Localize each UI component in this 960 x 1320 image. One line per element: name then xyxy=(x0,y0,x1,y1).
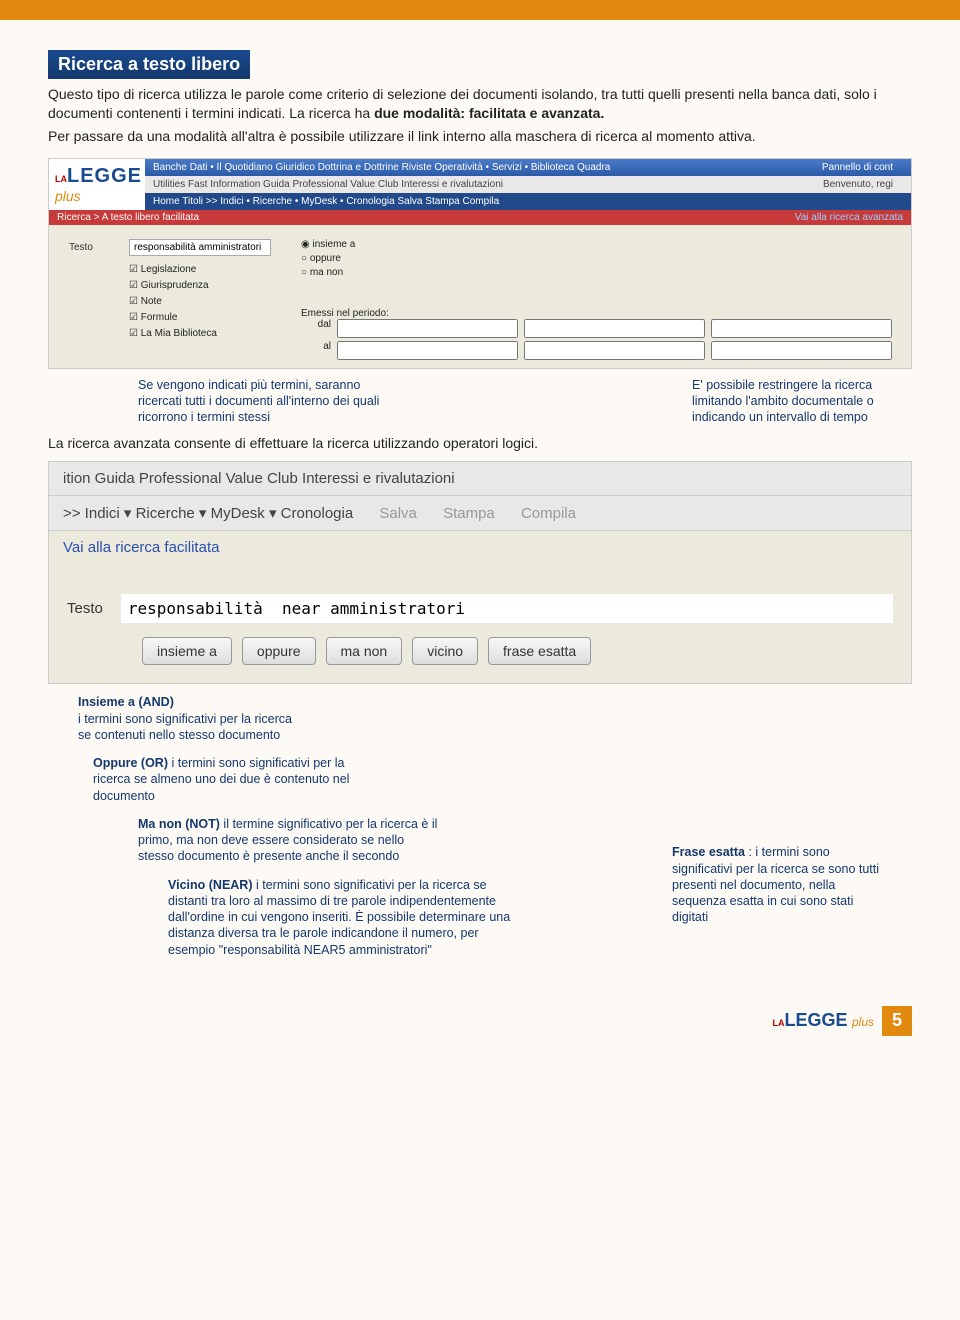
check-formule[interactable]: ☑ Formule xyxy=(129,310,271,326)
radio-oppure[interactable]: ○ oppure xyxy=(301,253,892,264)
switch-to-advanced-link[interactable]: Vai alla ricerca avanzata xyxy=(795,212,903,223)
footer-logo-plus: plus xyxy=(852,1015,874,1029)
screenshot-avanzata: ition Guida Professional Value Club Inte… xyxy=(48,461,912,684)
radio-manon[interactable]: ○ ma non xyxy=(301,267,892,278)
facilitata-form: Testo ☑ Legislazione ☑ Giurisprudenza ☑ … xyxy=(49,225,911,368)
logo-plus: plus xyxy=(55,188,81,204)
testo-label-2: Testo xyxy=(67,600,103,617)
check-giurisprudenza[interactable]: ☑ Giurisprudenza xyxy=(129,278,271,294)
callout-not: Ma non (NOT) il termine significativo pe… xyxy=(138,816,438,865)
check-biblioteca-label: La Mia Biblioteca xyxy=(141,328,217,339)
callout-frase-esatta: Frase esatta : i termini sono significat… xyxy=(672,844,882,925)
btn-vicino[interactable]: vicino xyxy=(412,637,478,665)
al-year[interactable] xyxy=(711,341,892,360)
app-logo: LALEGGE plus xyxy=(49,159,145,210)
check-note[interactable]: ☑ Note xyxy=(129,294,271,310)
btn-insieme-a[interactable]: insieme a xyxy=(142,637,232,665)
page-number: 5 xyxy=(882,1006,912,1036)
section-title: Ricerca a testo libero xyxy=(48,50,250,79)
intro1-bold: due modalità: facilitata e avanzata. xyxy=(374,105,604,121)
period-label: Emessi nel periodo: xyxy=(301,308,892,319)
btn-frase-esatta[interactable]: frase esatta xyxy=(488,637,591,665)
dal-year[interactable] xyxy=(711,319,892,338)
screenshot-facilitata: LALEGGE plus Banche Dati • Il Quotidiano… xyxy=(48,158,912,369)
shot2-compila: Compila xyxy=(521,505,576,522)
radio-insieme-label: insieme a xyxy=(313,239,356,250)
testo-row: Testo xyxy=(69,239,271,256)
period-block: Emessi nel periodo: dal al xyxy=(301,308,892,360)
logo-legge: LEGGE xyxy=(67,165,142,187)
intro-paragraph-2: Per passare da una modalità all'altra è … xyxy=(48,127,912,146)
intro-paragraph-1: Questo tipo di ricerca utilizza le parol… xyxy=(48,85,912,123)
operator-callouts: Insieme a (AND) i termini sono significa… xyxy=(48,694,912,958)
footer-logo: LALEGGE plus xyxy=(773,1010,874,1031)
operator-buttons: insieme a oppure ma non vicino frase esa… xyxy=(142,637,893,665)
menubar-primary-left[interactable]: Banche Dati • Il Quotidiano Giuridico Do… xyxy=(153,162,610,173)
callout-near-head: Vicino (NEAR) xyxy=(168,878,253,892)
callout-row-1: Se vengono indicati più termini, saranno… xyxy=(48,377,912,426)
logo-la: LA xyxy=(55,174,67,184)
shot2-bar2[interactable]: >> Indici ▾ Ricerche ▾ MyDesk ▾ Cronolog… xyxy=(49,496,911,531)
testo-label: Testo xyxy=(69,242,129,253)
callout-and-text: i termini sono significativi per la rice… xyxy=(78,712,292,742)
breadcrumb-text: Ricerca > A testo libero facilitata xyxy=(57,212,199,223)
check-biblioteca[interactable]: ☑ La Mia Biblioteca xyxy=(129,326,271,342)
footer-logo-la: LA xyxy=(773,1018,785,1028)
dal-label: dal xyxy=(301,319,331,338)
shot2-bar1-items[interactable]: ition Guida Professional Value Club Inte… xyxy=(63,470,455,487)
testo-input[interactable] xyxy=(129,239,271,256)
check-note-label: Note xyxy=(141,296,162,307)
menubar-tertiary-items[interactable]: Home Titoli >> Indici • Ricerche • MyDes… xyxy=(153,196,499,207)
dal-month[interactable] xyxy=(524,319,705,338)
page-content: Ricerca a testo libero Questo tipo di ri… xyxy=(0,50,960,1000)
testo-row-2: Testo xyxy=(67,594,893,623)
al-label: al xyxy=(301,341,331,360)
testo-input-2[interactable] xyxy=(121,594,893,623)
dal-day[interactable] xyxy=(337,319,518,338)
shot2-salva: Salva xyxy=(379,505,417,522)
avanzata-subhead: La ricerca avanzata consente di effettua… xyxy=(48,435,912,451)
menubar-primary-right: Pannello di cont xyxy=(822,162,893,173)
page-footer: LALEGGE plus 5 xyxy=(0,1000,960,1048)
menubar-secondary-right: Benvenuto, regi xyxy=(823,179,893,190)
callout-frase-head: Frase esatta xyxy=(672,845,745,859)
shot1-header: LALEGGE plus Banche Dati • Il Quotidiano… xyxy=(49,159,911,210)
callout-not-head: Ma non (NOT) xyxy=(138,817,220,831)
btn-ma-non[interactable]: ma non xyxy=(326,637,403,665)
shot2-bar1[interactable]: ition Guida Professional Value Club Inte… xyxy=(49,462,911,496)
callout-or-head: Oppure (OR) xyxy=(93,756,168,770)
check-giurisprudenza-label: Giurisprudenza xyxy=(141,280,209,291)
footer-logo-legge: LEGGE xyxy=(785,1010,848,1030)
form-right: ◉ insieme a ○ oppure ○ ma non Emessi nel… xyxy=(301,239,892,360)
menubar-secondary-left[interactable]: Utilities Fast Information Guida Profess… xyxy=(153,179,503,190)
breadcrumb: Ricerca > A testo libero facilitata Vai … xyxy=(49,210,911,225)
form-left: Testo ☑ Legislazione ☑ Giurisprudenza ☑ … xyxy=(69,239,271,360)
radio-oppure-label: oppure xyxy=(310,253,341,264)
callout-near: Vicino (NEAR) i termini sono significati… xyxy=(168,877,528,958)
callout-or: Oppure (OR) i termini sono significativi… xyxy=(93,755,373,804)
radio-manon-label: ma non xyxy=(310,267,343,278)
radio-insieme[interactable]: ◉ insieme a xyxy=(301,239,892,250)
menubar-primary[interactable]: Banche Dati • Il Quotidiano Giuridico Do… xyxy=(145,159,911,176)
ambito-checks: ☑ Legislazione ☑ Giurisprudenza ☑ Note ☑… xyxy=(129,262,271,342)
check-legislazione-label: Legislazione xyxy=(141,264,197,275)
menubar-tertiary[interactable]: Home Titoli >> Indici • Ricerche • MyDes… xyxy=(145,193,911,210)
shot2-bar2-left[interactable]: >> Indici ▾ Ricerche ▾ MyDesk ▾ Cronolog… xyxy=(63,505,353,522)
callout-and-head: Insieme a (AND) xyxy=(78,695,174,709)
menubar-secondary[interactable]: Utilities Fast Information Guida Profess… xyxy=(145,176,911,193)
al-month[interactable] xyxy=(524,341,705,360)
check-legislazione[interactable]: ☑ Legislazione xyxy=(129,262,271,278)
switch-to-facilitata-link[interactable]: Vai alla ricerca facilitata xyxy=(49,531,911,564)
callout-restringere: E' possibile restringere la ricerca limi… xyxy=(692,377,912,426)
shot1-menubars: Banche Dati • Il Quotidiano Giuridico Do… xyxy=(145,159,911,210)
al-day[interactable] xyxy=(337,341,518,360)
avanzata-form: Testo insieme a oppure ma non vicino fra… xyxy=(49,564,911,683)
callout-and: Insieme a (AND) i termini sono significa… xyxy=(78,694,298,743)
btn-oppure[interactable]: oppure xyxy=(242,637,316,665)
shot2-stampa: Stampa xyxy=(443,505,495,522)
check-formule-label: Formule xyxy=(141,312,178,323)
callout-termini: Se vengono indicati più termini, saranno… xyxy=(138,377,398,426)
top-orange-bar xyxy=(0,0,960,20)
